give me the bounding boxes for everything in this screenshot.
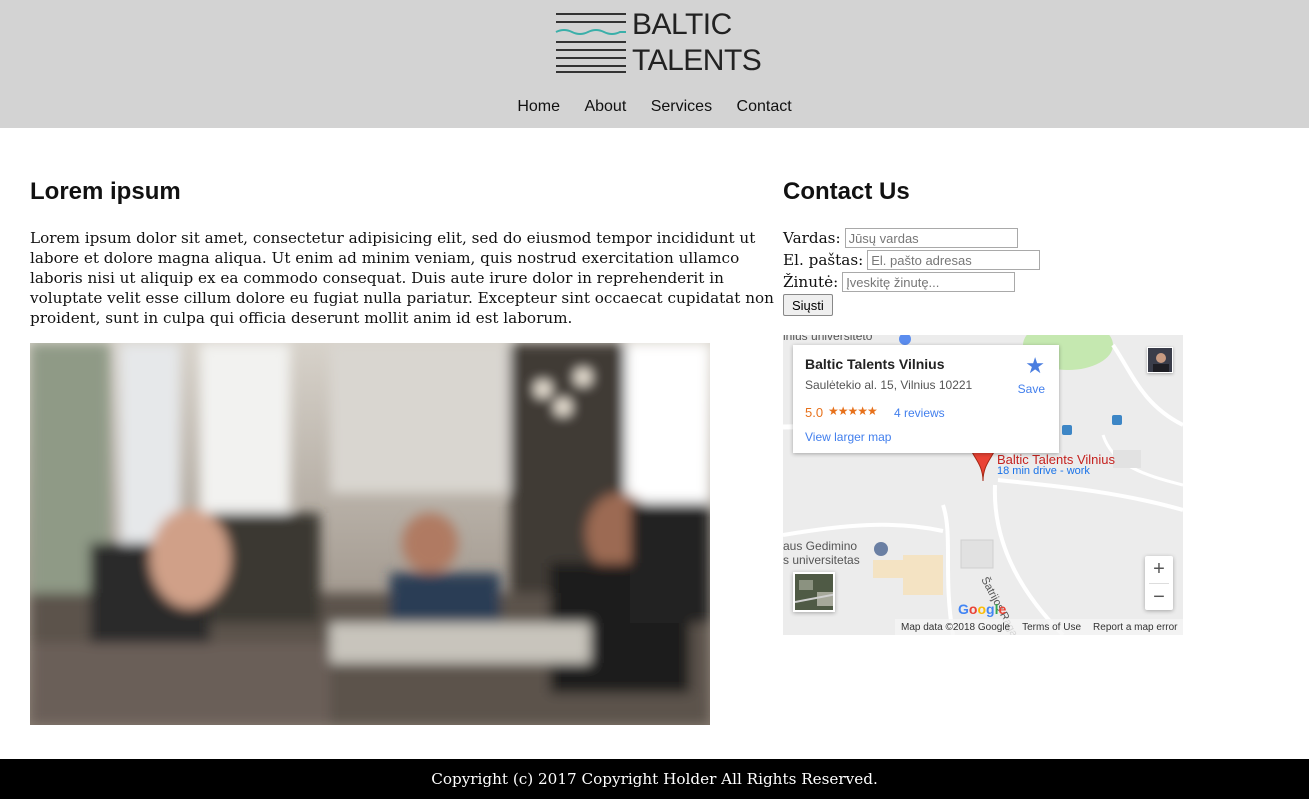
brand-logo[interactable]: BALTIC TALENTS <box>554 8 762 77</box>
site-footer: Copyright (c) 2017 Copyright Holder All … <box>0 759 1309 799</box>
copyright-text: Copyright (c) 2017 Copyright Holder All … <box>431 770 878 788</box>
nav-item-contact[interactable]: Contact <box>737 98 792 115</box>
nav-item-services[interactable]: Services <box>651 98 712 115</box>
name-row: Vardas: <box>783 228 1018 248</box>
brand-line-2: TALENTS <box>632 44 762 77</box>
message-row: Žinutė: <box>783 272 1016 292</box>
map-pin-sublabel: 18 min drive - work <box>997 465 1090 477</box>
place-info-card: Baltic Talents Vilnius Saulėtekio al. 15… <box>793 345 1059 453</box>
rating-stars-icon: ★★★★★ <box>828 404 878 418</box>
site-header: BALTIC TALENTS Home About Services Conta… <box>0 0 1309 128</box>
satellite-toggle[interactable] <box>793 572 835 612</box>
map-label-university-top: lnius universiteto <box>783 335 873 343</box>
email-label: El. paštas: <box>783 251 864 269</box>
map-label-gedimino: aus Gedimino <box>783 539 858 553</box>
zoom-out-button[interactable]: − <box>1145 584 1173 611</box>
main-nav: Home About Services Contact <box>0 98 1309 116</box>
map-attribution: Map data ©2018 Google Terms of Use Repor… <box>895 619 1183 635</box>
submit-button[interactable]: Siųsti <box>783 294 833 316</box>
place-rating: 5.0 <box>805 405 824 420</box>
email-input[interactable] <box>867 250 1041 270</box>
embedded-map[interactable]: lnius universiteto aus Gedimino s univer… <box>783 335 1183 635</box>
office-photo <box>30 343 710 725</box>
place-address: Saulėtekio al. 15, Vilnius 10221 <box>805 378 973 392</box>
map-data-text: Map data ©2018 Google <box>901 621 1011 633</box>
save-link[interactable]: Save <box>1018 382 1045 396</box>
map-label-universitetas: s universitetas <box>783 553 860 567</box>
message-input[interactable] <box>842 272 1016 292</box>
terms-link[interactable]: Terms of Use <box>1022 622 1081 633</box>
user-avatar[interactable] <box>1147 347 1173 373</box>
nav-item-home[interactable]: Home <box>517 98 560 115</box>
place-title: Baltic Talents Vilnius <box>805 356 945 372</box>
zoom-controls: + − <box>1145 556 1173 610</box>
zoom-in-button[interactable]: + <box>1145 556 1173 583</box>
main-paragraph: Lorem ipsum dolor sit amet, consectetur … <box>30 229 774 327</box>
brand-line-1: BALTIC <box>632 8 732 41</box>
view-larger-map-link[interactable]: View larger map <box>805 430 891 444</box>
main-heading: Lorem ipsum <box>30 178 181 205</box>
nav-item-about[interactable]: About <box>584 98 626 115</box>
save-star-icon[interactable]: ★ <box>1025 353 1045 379</box>
name-input[interactable] <box>844 228 1018 248</box>
email-row: El. paštas: <box>783 250 1041 270</box>
contact-heading: Contact Us <box>783 178 910 205</box>
waves-logo-icon <box>555 13 626 73</box>
name-label: Vardas: <box>783 229 841 247</box>
reviews-link[interactable]: 4 reviews <box>894 406 945 420</box>
report-error-link[interactable]: Report a map error <box>1093 622 1177 633</box>
message-label: Žinutė: <box>783 273 839 291</box>
google-logo: Google <box>958 601 1007 617</box>
